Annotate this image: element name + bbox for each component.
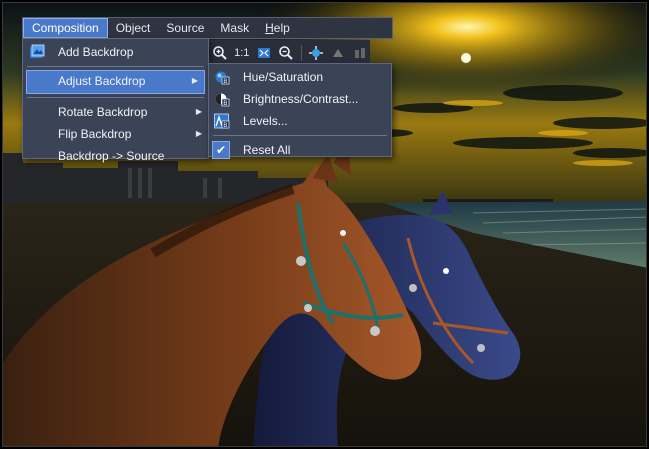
svg-text:B: B: [223, 100, 227, 107]
menu-item-label: Backdrop -> Source: [58, 149, 165, 163]
submenu-arrow-icon: ▶: [191, 76, 198, 85]
menu-separator: [213, 135, 387, 136]
adjust-backdrop-submenu: B Hue/Saturation B Brightness/Contrast..…: [208, 63, 392, 159]
submenu-arrow-icon: ▶: [195, 129, 202, 138]
composition-dropdown: Add Backdrop Adjust Backdrop ▶ Rotate Ba…: [22, 38, 209, 163]
menu-item-label: Add Backdrop: [58, 45, 134, 59]
menu-item-backdrop-to-source[interactable]: Backdrop -> Source: [23, 145, 208, 167]
menu-item-hue-saturation[interactable]: B Hue/Saturation: [209, 66, 391, 88]
menu-item-flip-backdrop[interactable]: Flip Backdrop ▶: [23, 123, 208, 145]
brightness-contrast-icon: B: [214, 91, 230, 107]
menu-separator: [27, 66, 204, 67]
menu-object[interactable]: Object: [108, 18, 159, 38]
levels-icon: B: [214, 113, 230, 129]
menu-bar: Composition Object Source Mask Help: [22, 17, 393, 39]
svg-text:B: B: [223, 78, 227, 85]
menu-composition[interactable]: Composition: [23, 18, 108, 38]
menu-item-rotate-backdrop[interactable]: Rotate Backdrop ▶: [23, 101, 208, 123]
menu-item-levels[interactable]: B Levels...: [209, 110, 391, 132]
checkmark-icon: ✔: [212, 141, 230, 159]
menu-mask[interactable]: Mask: [212, 18, 257, 38]
menu-item-reset-all[interactable]: ✔ Reset All: [209, 139, 391, 161]
fit-window-icon[interactable]: [254, 43, 273, 63]
menu-item-label: Rotate Backdrop: [58, 105, 148, 119]
add-backdrop-icon: [29, 44, 45, 60]
menu-item-label: Brightness/Contrast...: [243, 92, 359, 106]
toolbar-divider: [300, 45, 302, 61]
menu-source[interactable]: Source: [158, 18, 212, 38]
menu-item-brightness-contrast[interactable]: B Brightness/Contrast...: [209, 88, 391, 110]
menu-item-label: Hue/Saturation: [243, 70, 324, 84]
svg-text:B: B: [223, 122, 227, 129]
menu-item-label: Flip Backdrop: [58, 127, 132, 141]
menu-item-label: Adjust Backdrop: [58, 74, 146, 88]
menu-item-label: Reset All: [243, 143, 291, 157]
menu-item-adjust-backdrop[interactable]: Adjust Backdrop ▶: [26, 70, 205, 94]
zoom-out-icon[interactable]: [276, 43, 295, 63]
distribute-icon[interactable]: [351, 43, 370, 63]
actual-size-button[interactable]: 1:1: [232, 43, 251, 63]
hue-saturation-icon: B: [214, 69, 230, 85]
menu-item-label: Levels...: [243, 114, 288, 128]
move-crosshair-icon[interactable]: [307, 43, 326, 63]
submenu-arrow-icon: ▶: [195, 107, 202, 116]
menu-help[interactable]: Help: [257, 18, 298, 38]
menu-item-add-backdrop[interactable]: Add Backdrop: [23, 41, 208, 63]
zoom-in-icon[interactable]: [210, 43, 229, 63]
menu-separator: [27, 97, 204, 98]
align-icon[interactable]: [329, 43, 348, 63]
